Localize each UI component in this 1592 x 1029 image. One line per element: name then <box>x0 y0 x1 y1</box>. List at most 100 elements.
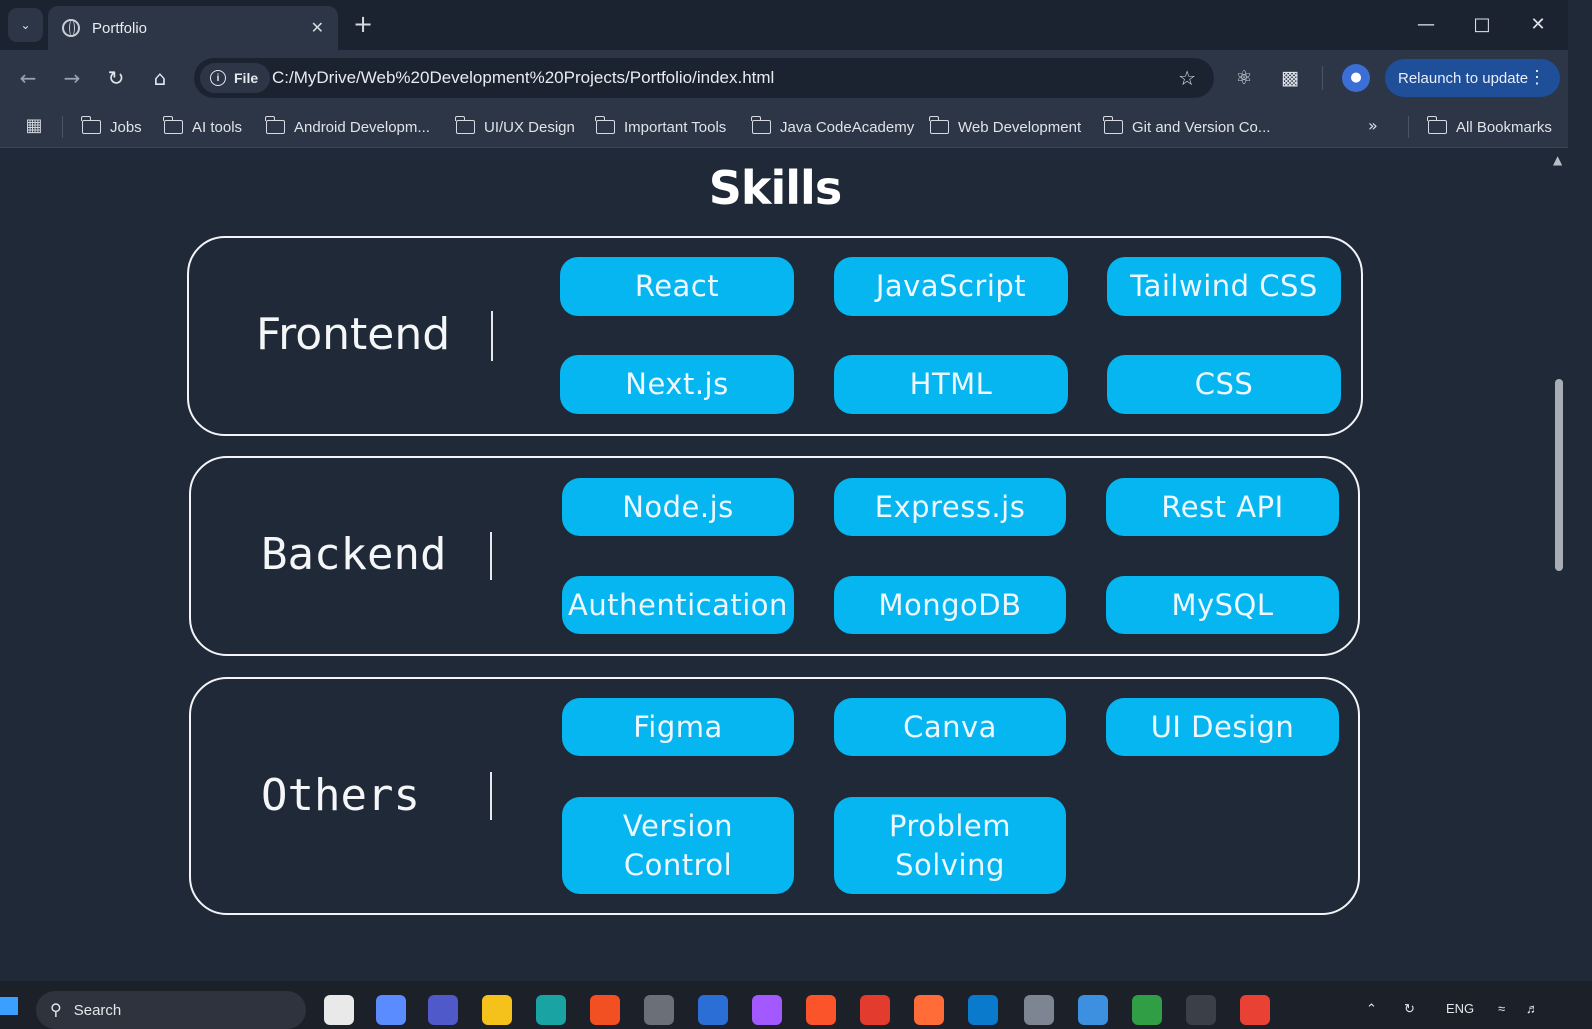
copilot-icon[interactable] <box>376 995 406 1025</box>
tray-sync-icon[interactable]: ↻ <box>1404 1001 1415 1017</box>
bookmark-ui-ux-design[interactable]: UI/UX Design <box>455 114 575 140</box>
wifi-icon[interactable]: ≈ <box>1498 1001 1505 1016</box>
chrome-icon[interactable] <box>1240 995 1270 1025</box>
site-info-chip[interactable]: i File <box>200 63 271 93</box>
skill-pill: Rest API <box>1106 478 1339 536</box>
bookmark-android-development[interactable]: Android Developm... <box>265 114 430 140</box>
scrollbar-thumb[interactable] <box>1555 379 1563 571</box>
skill-pill: Figma <box>562 698 794 756</box>
home-icon[interactable]: ⌂ <box>144 62 176 94</box>
bookmark-web-development[interactable]: Web Development <box>929 114 1082 140</box>
settings-gear-icon[interactable] <box>1024 995 1054 1025</box>
bookmark-jobs[interactable]: Jobs <box>81 114 142 140</box>
bookmark-label: Git and Version Co... <box>1132 118 1271 136</box>
url-text[interactable]: C:/MyDrive/Web%20Development%20Projects/… <box>272 58 774 98</box>
back-arrow-icon[interactable]: ← <box>12 62 44 94</box>
folder-icon <box>1427 116 1447 134</box>
skill-pill: React <box>560 257 794 316</box>
profile-avatar[interactable]: ● <box>1342 64 1370 92</box>
skill-pill: Authentication <box>562 576 794 634</box>
language-indicator[interactable]: ENG <box>1446 1001 1474 1016</box>
close-tab-icon[interactable]: ✕ <box>311 18 324 38</box>
app-icon[interactable] <box>1078 995 1108 1025</box>
vscode-icon[interactable] <box>968 995 998 1025</box>
more-menu-icon[interactable]: ⋮ <box>1528 65 1546 89</box>
tab-portfolio[interactable]: Portfolio ✕ <box>48 6 338 50</box>
postman-icon[interactable] <box>914 995 944 1025</box>
app-icon[interactable] <box>860 995 890 1025</box>
close-window-icon[interactable]: ✕ <box>1518 10 1558 40</box>
folder-icon <box>751 116 771 134</box>
tab-search-chevron-icon[interactable]: ⌄ <box>8 8 43 42</box>
bookmark-separator <box>62 116 63 138</box>
mongodb-icon[interactable] <box>1132 995 1162 1025</box>
tab-title: Portfolio <box>92 19 148 37</box>
reload-icon[interactable]: ↻ <box>100 62 132 94</box>
info-icon: i <box>210 70 226 86</box>
bookmarks-bar: ▦ Jobs AI tools Android Developm... UI/U… <box>0 106 1592 148</box>
scroll-up-arrow-icon[interactable]: ▲ <box>1553 153 1562 167</box>
folder-icon <box>595 116 615 134</box>
maximize-icon[interactable]: □ <box>1462 10 1502 40</box>
task-view-icon[interactable] <box>324 995 354 1025</box>
bookmark-star-icon[interactable]: ☆ <box>1178 66 1196 90</box>
figma-icon[interactable] <box>752 995 782 1025</box>
minimize-icon[interactable]: — <box>1406 10 1446 40</box>
bookmark-label: Jobs <box>110 118 142 136</box>
brave-icon[interactable] <box>806 995 836 1025</box>
bookmark-ai-tools[interactable]: AI tools <box>163 114 243 140</box>
category-divider <box>490 532 492 580</box>
relaunch-label: Relaunch to update <box>1398 69 1529 87</box>
skill-pill: Problem Solving <box>834 797 1066 894</box>
category-title-backend: Backend <box>261 529 447 580</box>
toolbar-separator <box>1322 66 1323 90</box>
globe-icon <box>62 19 80 37</box>
teams-icon[interactable] <box>428 995 458 1025</box>
folder-icon <box>1103 116 1123 134</box>
search-icon: ⚲ <box>50 1002 62 1019</box>
skill-pill: MongoDB <box>834 576 1066 634</box>
file-explorer-icon[interactable] <box>482 995 512 1025</box>
new-tab-plus-icon[interactable]: + <box>350 10 376 40</box>
forward-arrow-icon[interactable]: → <box>56 62 88 94</box>
windows-start-icon[interactable] <box>0 997 18 1015</box>
react-devtools-icon[interactable]: ⚛ <box>1230 64 1258 92</box>
relaunch-to-update-button[interactable]: Relaunch to update ⋮ <box>1385 59 1560 97</box>
app-icon[interactable] <box>698 995 728 1025</box>
bookmark-label: Web Development <box>958 118 1082 136</box>
windows-taskbar: ⚲ Search ⌃ ↻ ENG ≈ ♬ <box>0 981 1592 1029</box>
browser-toolbar: ← → ↻ ⌂ i File C:/MyDrive/Web%20Developm… <box>0 50 1592 106</box>
bookmark-label: All Bookmarks <box>1456 118 1552 136</box>
page-scrollbar[interactable]: ▲ <box>1550 149 1568 981</box>
taskbar-search-box[interactable]: ⚲ Search <box>36 991 306 1029</box>
category-title-others: Others <box>261 770 420 821</box>
folder-icon <box>455 116 475 134</box>
bookmark-java-codeacademy[interactable]: Java CodeAcademy <box>751 114 914 140</box>
category-title-frontend: Frontend <box>256 309 451 360</box>
edge-icon[interactable] <box>536 995 566 1025</box>
volume-icon[interactable]: ♬ <box>1526 1001 1539 1016</box>
bookmark-important-tools[interactable]: Important Tools <box>595 114 727 140</box>
skill-pill: Express.js <box>834 478 1066 536</box>
skill-pill: Canva <box>834 698 1066 756</box>
extensions-icon[interactable]: ▩ <box>1276 64 1304 92</box>
skill-pill: Next.js <box>560 355 794 414</box>
all-bookmarks[interactable]: All Bookmarks <box>1427 114 1552 140</box>
bookmark-label: UI/UX Design <box>484 118 575 136</box>
address-bar[interactable]: i File C:/MyDrive/Web%20Development%20Pr… <box>194 58 1214 98</box>
terminal-icon[interactable] <box>1186 995 1216 1025</box>
apps-grid-icon[interactable]: ▦ <box>22 114 46 138</box>
page-title: Skills <box>708 161 842 215</box>
more-bookmarks-chevron-icon[interactable]: » <box>1368 116 1378 135</box>
skill-pill: MySQL <box>1106 576 1339 634</box>
taskbar-search-label: Search <box>73 1001 122 1019</box>
app-icon[interactable] <box>644 995 674 1025</box>
skill-pill: UI Design <box>1106 698 1339 756</box>
bookmark-git-version-control[interactable]: Git and Version Co... <box>1103 114 1271 140</box>
tray-chevron-up-icon[interactable]: ⌃ <box>1366 1001 1377 1017</box>
bookmark-label: AI tools <box>192 118 243 136</box>
bookmark-label: Important Tools <box>624 118 727 136</box>
store-icon[interactable] <box>590 995 620 1025</box>
skill-pill: Node.js <box>562 478 794 536</box>
category-divider <box>490 772 492 820</box>
